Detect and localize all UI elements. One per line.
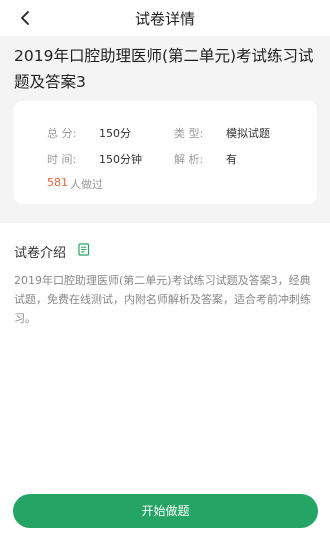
analysis-value: 有 — [226, 153, 237, 166]
exam-info-card: 总 分: 150分 类 型: 模拟试题 时 间: 150分钟 解 析: 有 58… — [14, 101, 317, 204]
intro-text: 2019年口腔助理医师(第二单元)考试练习试题及答案3，经典试题，免费在线测试，… — [14, 274, 311, 325]
page-title: 试卷详情 — [134, 10, 195, 28]
total-score-value: 150分 — [99, 127, 131, 140]
time-label: 时 间: — [47, 153, 77, 166]
top-nav-bar: 试卷详情 — [0, 0, 330, 36]
analysis-label: 解 析: — [174, 153, 204, 166]
total-score-label: 总 分: — [47, 127, 77, 140]
time-value: 150分钟 — [99, 153, 142, 166]
done-count: 581 — [47, 176, 68, 189]
type-label: 类 型: — [174, 127, 204, 140]
start-exam-button[interactable]: 开始做题 — [13, 494, 318, 528]
done-count-label: 人做过 — [70, 178, 103, 191]
document-icon — [78, 243, 90, 256]
intro-heading: 试卷介绍 — [14, 246, 67, 261]
type-value: 模拟试题 — [226, 127, 270, 140]
exam-title: 2019年口腔助理医师(第二单元)考试练习试题及答案3 — [14, 47, 314, 91]
